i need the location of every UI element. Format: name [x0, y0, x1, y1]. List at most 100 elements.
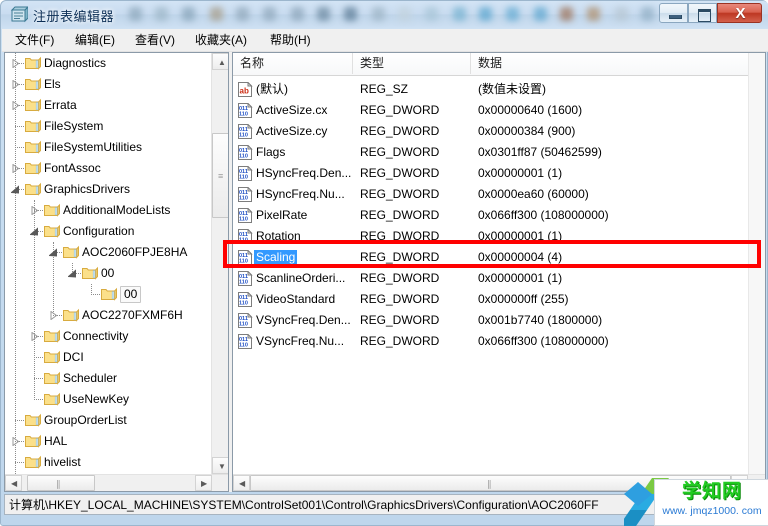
tree-connector [91, 294, 100, 296]
table-row[interactable]: 011 110 VSyncFreq.Den... REG_DWORD 0x001b774… [233, 310, 765, 331]
menu-item-2[interactable]: 编辑(E) [70, 32, 120, 49]
value-type: REG_DWORD [360, 124, 440, 138]
folder-icon [25, 56, 41, 70]
blurred-icon [425, 7, 438, 21]
folder-icon [25, 140, 41, 154]
column-header-1[interactable]: 名称 [233, 53, 353, 74]
tree-node-additionalmodelists[interactable]: AdditionalModeLists [5, 200, 213, 221]
tree-node-grouporderlist[interactable]: GroupOrderList [5, 410, 213, 431]
tree-node-hivelist[interactable]: hivelist [5, 452, 213, 473]
menu-item-4[interactable]: 收藏夹(A) [190, 32, 252, 49]
tree-node-fontassoc[interactable]: FontAssoc [5, 158, 213, 179]
menu-item-3[interactable]: 查看(V) [130, 32, 180, 49]
registry-tree-pane[interactable]: Diagnostics Els Errata FileSystem FileSystem… [4, 52, 229, 492]
tree-node-els[interactable]: Els [5, 74, 213, 95]
table-row[interactable]: 011 110 VideoStandard REG_DWORD 0x000000ff (… [233, 289, 765, 310]
table-row[interactable]: 011 110 ScanlineOrderi... REG_DWORD 0x000000… [233, 268, 765, 289]
tree-node-scheduler[interactable]: Scheduler [5, 368, 213, 389]
tree-node-aoc2060fpje8ha[interactable]: AOC2060FPJE8HA [5, 242, 213, 263]
value-data: 0x00000001 (1) [478, 166, 563, 180]
tree-horizontal-scrollbar[interactable]: ◀ ∥ ▶ [5, 474, 228, 491]
chevron-down-icon[interactable] [49, 248, 58, 257]
chevron-right-icon[interactable] [30, 206, 39, 215]
tree-scroll-left-button[interactable]: ◀ [5, 475, 22, 491]
blurred-icon [587, 7, 600, 21]
chevron-right-icon[interactable] [11, 59, 20, 68]
tree-node-connectivity[interactable]: Connectivity [5, 326, 213, 347]
tree-node-hal[interactable]: HAL [5, 431, 213, 452]
chevron-right-icon[interactable] [49, 311, 58, 320]
table-row[interactable]: ab (默认) REG_SZ (数值未设置) [233, 79, 765, 100]
value-type: REG_DWORD [360, 250, 440, 264]
tree-node-configuration[interactable]: Configuration [5, 221, 213, 242]
chevron-down-icon[interactable] [30, 227, 39, 236]
table-row[interactable]: 011 110 PixelRate REG_DWORD 0x066ff300 (1080… [233, 205, 765, 226]
tree-node-00[interactable]: 00 [5, 284, 213, 305]
tree-node-diagnostics[interactable]: Diagnostics [5, 53, 213, 74]
tree-node-label: AdditionalModeLists [63, 203, 171, 217]
table-row[interactable]: 011 110 ActiveSize.cy REG_DWORD 0x00000384 (… [233, 121, 765, 142]
tree-node-filesystemutilities[interactable]: FileSystemUtilities [5, 137, 213, 158]
dword-value-icon: 011 110 [237, 333, 253, 349]
chevron-right-icon[interactable] [11, 80, 20, 89]
registry-values-pane[interactable]: 名称 类型 数据 ab (默认) REG_SZ (数值未设置) 011 110 ActiveSi… [232, 52, 766, 492]
menu-item-5[interactable]: 帮助(H) [265, 32, 316, 49]
chevron-down-icon[interactable] [11, 185, 20, 194]
dword-value-icon: 011 110 [237, 186, 253, 202]
chevron-right-icon[interactable] [11, 164, 20, 173]
value-name: Rotation [256, 229, 301, 243]
maximize-button[interactable] [688, 3, 717, 23]
values-horizontal-scrollbar[interactable]: ◀ ∥ ▶ [233, 474, 765, 491]
value-name: ActiveSize.cx [256, 103, 328, 117]
value-data: 0x0000ea60 (60000) [478, 187, 589, 201]
tree-node-dci[interactable]: DCI [5, 347, 213, 368]
tree-hscrollbar-thumb[interactable]: ∥ [27, 475, 95, 491]
table-row[interactable]: 011 110 Scaling REG_DWORD 0x00000004 (4) [233, 247, 765, 268]
values-hscrollbar-thumb[interactable]: ∥ [250, 475, 731, 491]
chevron-right-icon[interactable] [30, 332, 39, 341]
minimize-button[interactable] [659, 3, 688, 23]
value-data: 0x0301ff87 (50462599) [478, 145, 602, 159]
tree-node-label: DCI [63, 350, 84, 364]
table-row[interactable]: 011 110 VSyncFreq.Nu... REG_DWORD 0x066ff300… [233, 331, 765, 352]
menu-item-1[interactable]: 文件(F) [10, 32, 59, 49]
folder-icon [63, 308, 79, 322]
chevron-right-icon[interactable] [11, 101, 20, 110]
table-row[interactable]: 011 110 HSyncFreq.Nu... REG_DWORD 0x0000ea60… [233, 184, 765, 205]
values-scroll-right-button[interactable]: ▶ [731, 475, 748, 491]
table-row[interactable]: 011 110 Rotation REG_DWORD 0x00000001 (1) [233, 226, 765, 247]
tree-scroll-down-button[interactable]: ▼ [212, 457, 228, 474]
table-row[interactable]: 011 110 HSyncFreq.Den... REG_DWORD 0x0000000… [233, 163, 765, 184]
tree-node-filesystem[interactable]: FileSystem [5, 116, 213, 137]
tree-node-aoc2270fxmf6h[interactable]: AOC2270FXMF6H [5, 305, 213, 326]
blurred-icon [641, 7, 654, 21]
tree-scroll-up-button[interactable]: ▲ [212, 53, 228, 70]
chevron-right-icon[interactable] [11, 437, 20, 446]
tree-node-label: AOC2060FPJE8HA [82, 245, 188, 259]
blurred-icon [129, 7, 142, 21]
svg-text:110: 110 [239, 154, 248, 160]
dword-value-icon: 011 110 [237, 165, 253, 181]
column-header-2[interactable]: 类型 [353, 53, 471, 74]
tree-connector [34, 399, 43, 401]
tree-vertical-scrollbar[interactable]: ▲ ≡ ▼ [211, 53, 228, 474]
title-bar[interactable]: 注册表编辑器 X [1, 1, 768, 29]
value-name: ScanlineOrderi... [256, 271, 346, 285]
values-vertical-scrollbar[interactable] [748, 53, 765, 474]
blurred-icon [534, 7, 547, 21]
blurred-icon [291, 7, 304, 21]
tree-node-label: hivelist [44, 455, 81, 469]
tree-node-usenewkey[interactable]: UseNewKey [5, 389, 213, 410]
tree-node-errata[interactable]: Errata [5, 95, 213, 116]
table-row[interactable]: 011 110 ActiveSize.cx REG_DWORD 0x00000640 (… [233, 100, 765, 121]
column-header-3[interactable]: 数据 [471, 53, 765, 74]
tree-node-label: 00 [101, 266, 115, 280]
tree-scrollbar-thumb[interactable]: ≡ [212, 133, 228, 218]
values-scroll-left-button[interactable]: ◀ [233, 475, 250, 491]
table-row[interactable]: 011 110 Flags REG_DWORD 0x0301ff87 (50462599… [233, 142, 765, 163]
tree-scroll-right-button[interactable]: ▶ [195, 475, 212, 491]
close-button[interactable]: X [717, 3, 762, 23]
chevron-down-icon[interactable] [68, 269, 77, 278]
tree-node-00[interactable]: 00 [5, 263, 213, 284]
tree-node-graphicsdrivers[interactable]: GraphicsDrivers [5, 179, 213, 200]
